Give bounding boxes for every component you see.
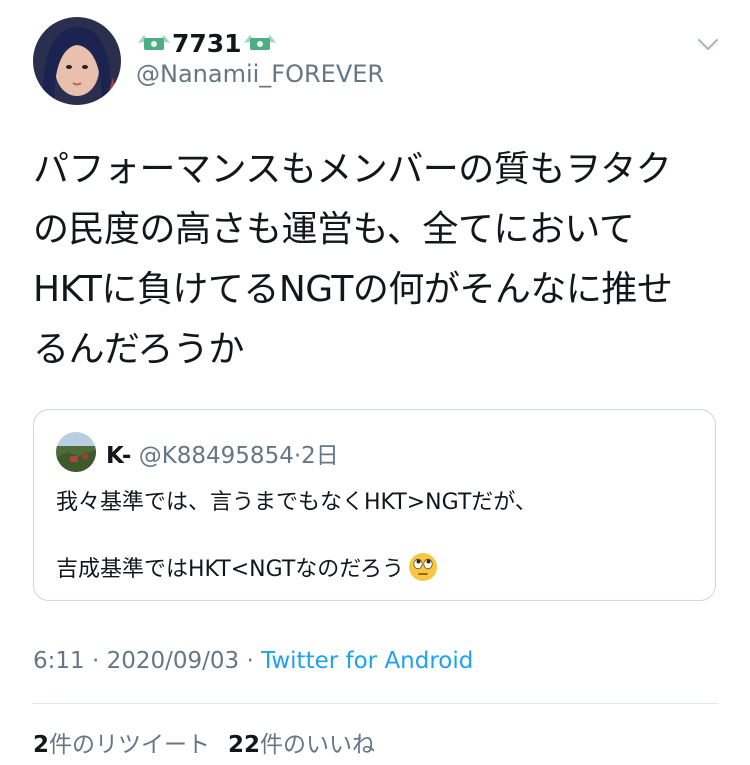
quoted-text-line: 我々基準では、言うまでもなくHKT>NGTだが、: [56, 490, 537, 515]
tweet-text-line: パフォーマンスもメンバーの質もヲタク: [33, 149, 672, 190]
money-with-wings-icon: [136, 29, 172, 57]
tweet-meta: 6:11 · 2020/09/03 · Twitter for Android: [33, 648, 473, 674]
tweet-date[interactable]: 2020/09/03: [107, 648, 240, 674]
display-name-text: 7731: [172, 28, 242, 58]
user-avatar[interactable]: [33, 17, 121, 105]
retweets-count: 2: [33, 732, 50, 758]
quoted-user-avatar: [56, 432, 96, 472]
quoted-timestamp: 2日: [301, 443, 339, 469]
money-with-wings-icon: [242, 29, 278, 57]
avatar-image: [33, 17, 121, 105]
likes-count: 22: [228, 732, 261, 758]
tweet-text-line: の民度の高さも運営も、全てにおいて: [33, 209, 635, 250]
quoted-tweet-card[interactable]: K- @K88495854·2日 我々基準では、言うまでもなくHKT>NGTだが…: [33, 409, 716, 601]
likes-stat[interactable]: 22件のいいね: [228, 732, 375, 758]
display-name[interactable]: 7731: [136, 26, 278, 60]
quoted-user-name: K-: [106, 443, 132, 469]
divider: [33, 703, 718, 704]
retweets-label: 件のリツイート: [49, 732, 211, 758]
quoted-user-handle: @K88495854: [138, 443, 294, 469]
tweet-text-line: HKTに負けてるNGTの何がそんなに推せ: [33, 269, 673, 310]
tweet-text-line: るんだろうか: [33, 329, 244, 370]
quoted-text-line: 吉成基準ではHKT<NGTなのだろう: [56, 551, 438, 583]
retweets-stat[interactable]: 2件のリツイート: [33, 732, 210, 758]
meta-separator: ·: [246, 648, 254, 674]
user-handle[interactable]: @Nanamii_FOREVER: [136, 60, 384, 88]
likes-label: 件のいいね: [260, 732, 376, 758]
quoted-text-line2: 吉成基準ではHKT<NGTなのだろう: [56, 557, 404, 582]
chevron-down-icon[interactable]: [694, 30, 722, 58]
tweet-source-link[interactable]: Twitter for Android: [261, 648, 473, 674]
tweet-text: パフォーマンスもメンバーの質もヲタク の民度の高さも運営も、全てにおいて HKT…: [33, 140, 723, 380]
tweet-time[interactable]: 6:11: [33, 648, 85, 674]
face-with-rolling-eyes-icon: [408, 552, 438, 582]
engagement-stats: 2件のリツイート 22件のいいね: [33, 725, 375, 759]
quoted-tweet-header: K- @K88495854·2日: [106, 436, 339, 470]
meta-separator: ·: [91, 648, 100, 674]
